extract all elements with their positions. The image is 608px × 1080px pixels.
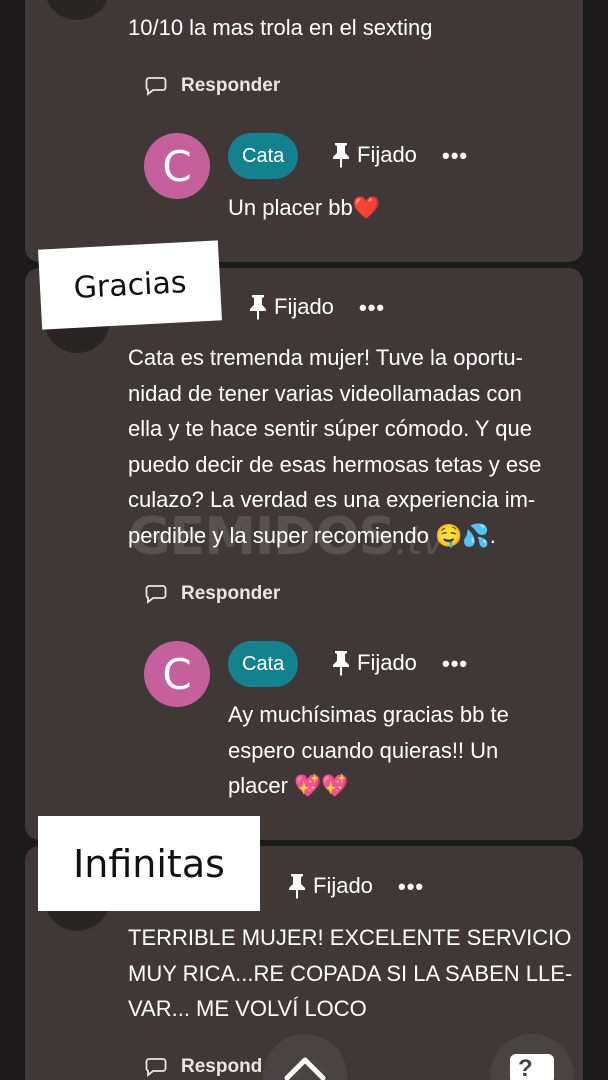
comment-line: VAR... ME VOLVÍ LOCO: [128, 996, 367, 1021]
author-badge[interactable]: Cata: [228, 641, 299, 687]
pinned-label: Fijado: [313, 873, 373, 898]
more-icon[interactable]: •••: [359, 295, 385, 321]
pinned-indicator: Fijado: [331, 142, 417, 168]
more-icon[interactable]: •••: [398, 874, 424, 900]
reply-label: Respond: [181, 1056, 263, 1077]
reply-line: placer 💖💖: [228, 773, 349, 798]
chevron-up-icon: [284, 1057, 326, 1080]
author-badge[interactable]: Cata: [228, 133, 299, 179]
pinned-label: Fijado: [357, 650, 417, 675]
pinned-indicator: Fijado: [331, 650, 417, 676]
reply-button[interactable]: Respond: [145, 1056, 262, 1078]
pinned-label: Fijado: [357, 142, 417, 167]
sticker-infinitas: Infinitas: [38, 816, 260, 911]
comment-line: ella y te hace sentir súper cómodo. Y qu…: [128, 416, 532, 441]
avatar-letter: C: [162, 649, 192, 699]
reply-label: Responder: [181, 75, 281, 96]
comment-line: TERRIBLE MUJER! EXCELENTE SERVICIO: [128, 925, 572, 950]
commenter-avatar[interactable]: [44, 0, 110, 20]
reply-line: espero cuando quieras!! Un: [228, 737, 499, 763]
comment-text: 10/10 la mas trola en el sexting: [128, 15, 433, 40]
author-name: Cata: [242, 144, 285, 167]
comment-icon: [145, 585, 167, 604]
reply-text: Ay muchísimas gracias bb te espero cuand…: [228, 697, 509, 804]
comment-line: Cata es tremenda mujer! Tuve la oportu-: [128, 345, 523, 370]
comment-card-2: Fijado ••• Cata es tremenda mujer! Tuve …: [25, 268, 583, 840]
comment-text: Cata es tremenda mujer! Tuve la oportu- …: [128, 340, 578, 553]
comment-icon: [145, 77, 167, 96]
reply-line: Ay muchísimas gracias bb te: [228, 702, 509, 727]
comment-card-1: 10/10 la mas trola en el sexting Respond…: [25, 0, 583, 262]
reply-button[interactable]: Responder: [145, 583, 280, 605]
pin-icon: [333, 651, 349, 676]
pinned-label: Fijado: [274, 294, 334, 319]
more-icon[interactable]: •••: [442, 651, 468, 677]
pinned-indicator: Fijado: [248, 294, 334, 320]
sticker-text: Infinitas: [73, 841, 225, 886]
avatar-letter: C: [162, 141, 192, 191]
reply-label: Responder: [181, 583, 281, 604]
reply-button[interactable]: Responder: [145, 75, 280, 97]
comment-icon: [145, 1058, 167, 1077]
reply-avatar[interactable]: C: [144, 133, 210, 199]
sticker-gracias: Gracias: [38, 240, 222, 330]
reply-text: Un placer bb❤️: [228, 195, 381, 220]
sticker-text: Gracias: [72, 264, 188, 306]
comment-line: nidad de tener varias videollamadas con: [128, 380, 522, 406]
reply-avatar[interactable]: C: [144, 641, 210, 707]
pin-icon: [289, 874, 305, 899]
comment-line: puedo decir de esas hermosas tetas y ese: [128, 451, 542, 477]
pin-icon: [333, 143, 349, 168]
comment-text: TERRIBLE MUJER! EXCELENTE SERVICIO MUY R…: [128, 920, 572, 1027]
comment-line: culazo? La verdad es una experiencia im-: [128, 487, 536, 512]
help-label: ?: [518, 1055, 533, 1080]
pinned-indicator: Fijado: [287, 873, 373, 899]
author-name: Cata: [242, 652, 285, 675]
help-icon: ?: [510, 1054, 554, 1080]
more-icon[interactable]: •••: [442, 143, 468, 169]
pin-icon: [250, 295, 266, 320]
comment-line: MUY RICA...RE COPADA SI LA SABEN LLE-: [128, 960, 573, 986]
comment-line: perdible y la super recomiendo 🤤💦.: [128, 522, 496, 548]
